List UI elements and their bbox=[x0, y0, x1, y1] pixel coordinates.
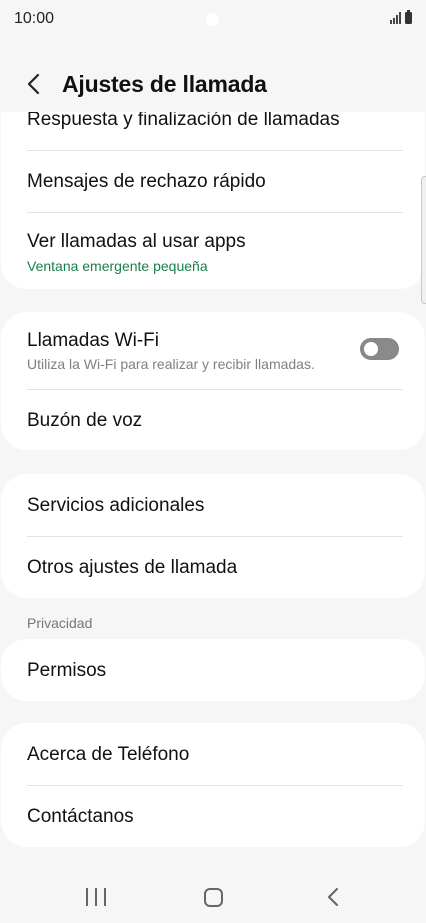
list-item-title: Llamadas Wi-Fi bbox=[27, 330, 159, 351]
list-item-title: Contáctanos bbox=[27, 806, 134, 827]
about-card: Acerca de Teléfono Contáctanos bbox=[1, 723, 425, 847]
scrollbar[interactable] bbox=[421, 176, 426, 304]
chevron-left-icon bbox=[27, 73, 40, 95]
signal-icon bbox=[390, 12, 401, 24]
list-item-contact-us[interactable]: Contáctanos bbox=[1, 786, 425, 847]
app-header: Ajustes de llamada bbox=[0, 62, 426, 106]
list-item-quick-decline-messages[interactable]: Mensajes de rechazo rápido bbox=[1, 151, 425, 212]
list-item-permissions[interactable]: Permisos bbox=[1, 639, 425, 701]
list-item-additional-services[interactable]: Servicios adicionales bbox=[1, 474, 425, 536]
list-item-answer-end-calls[interactable]: Respuesta y finalización de llamadas bbox=[1, 112, 425, 150]
privacy-card: Permisos bbox=[1, 639, 425, 701]
settings-list[interactable]: Respuesta y finalización de llamadas Men… bbox=[0, 112, 426, 852]
status-time: 10:00 bbox=[14, 10, 55, 27]
camera-cutout bbox=[206, 13, 219, 26]
navigation-bar bbox=[0, 870, 426, 923]
list-item-subtitle: Utiliza la Wi-Fi para realizar y recibir… bbox=[27, 356, 315, 372]
toggle-knob bbox=[364, 342, 378, 356]
list-item-title: Otros ajustes de llamada bbox=[27, 557, 238, 578]
additional-settings-card: Servicios adicionales Otros ajustes de l… bbox=[1, 474, 425, 598]
list-item-other-call-settings[interactable]: Otros ajustes de llamada bbox=[1, 537, 425, 598]
list-item-wifi-calling[interactable]: Llamadas Wi-Fi Utiliza la Wi-Fi para rea… bbox=[1, 312, 425, 389]
status-icons bbox=[390, 10, 412, 24]
list-item-calls-while-using-apps[interactable]: Ver llamadas al usar apps Ventana emerge… bbox=[1, 213, 425, 289]
back-button[interactable] bbox=[20, 70, 48, 98]
home-icon[interactable] bbox=[204, 888, 223, 907]
status-bar: 10:00 bbox=[0, 0, 426, 40]
list-item-title: Respuesta y finalización de llamadas bbox=[27, 112, 340, 130]
list-item-voicemail[interactable]: Buzón de voz bbox=[1, 390, 425, 450]
list-item-title: Servicios adicionales bbox=[27, 495, 205, 516]
wifi-calling-toggle[interactable] bbox=[360, 338, 399, 360]
recents-icon[interactable] bbox=[86, 888, 106, 906]
list-item-title: Permisos bbox=[27, 660, 107, 681]
back-icon[interactable] bbox=[324, 887, 344, 907]
list-item-title: Ver llamadas al usar apps bbox=[27, 231, 246, 252]
section-label-privacy: Privacidad bbox=[27, 615, 93, 631]
wifi-voicemail-card: Llamadas Wi-Fi Utiliza la Wi-Fi para rea… bbox=[1, 312, 425, 450]
page-title: Ajustes de llamada bbox=[62, 71, 267, 97]
battery-icon bbox=[405, 10, 412, 24]
list-item-title: Buzón de voz bbox=[27, 410, 143, 431]
list-item-title: Acerca de Teléfono bbox=[27, 744, 190, 765]
list-item-about-phone[interactable]: Acerca de Teléfono bbox=[1, 723, 425, 785]
list-item-title: Mensajes de rechazo rápido bbox=[27, 171, 266, 192]
call-options-card: Respuesta y finalización de llamadas Men… bbox=[1, 112, 425, 289]
list-item-subtitle: Ventana emergente pequeña bbox=[27, 258, 208, 274]
